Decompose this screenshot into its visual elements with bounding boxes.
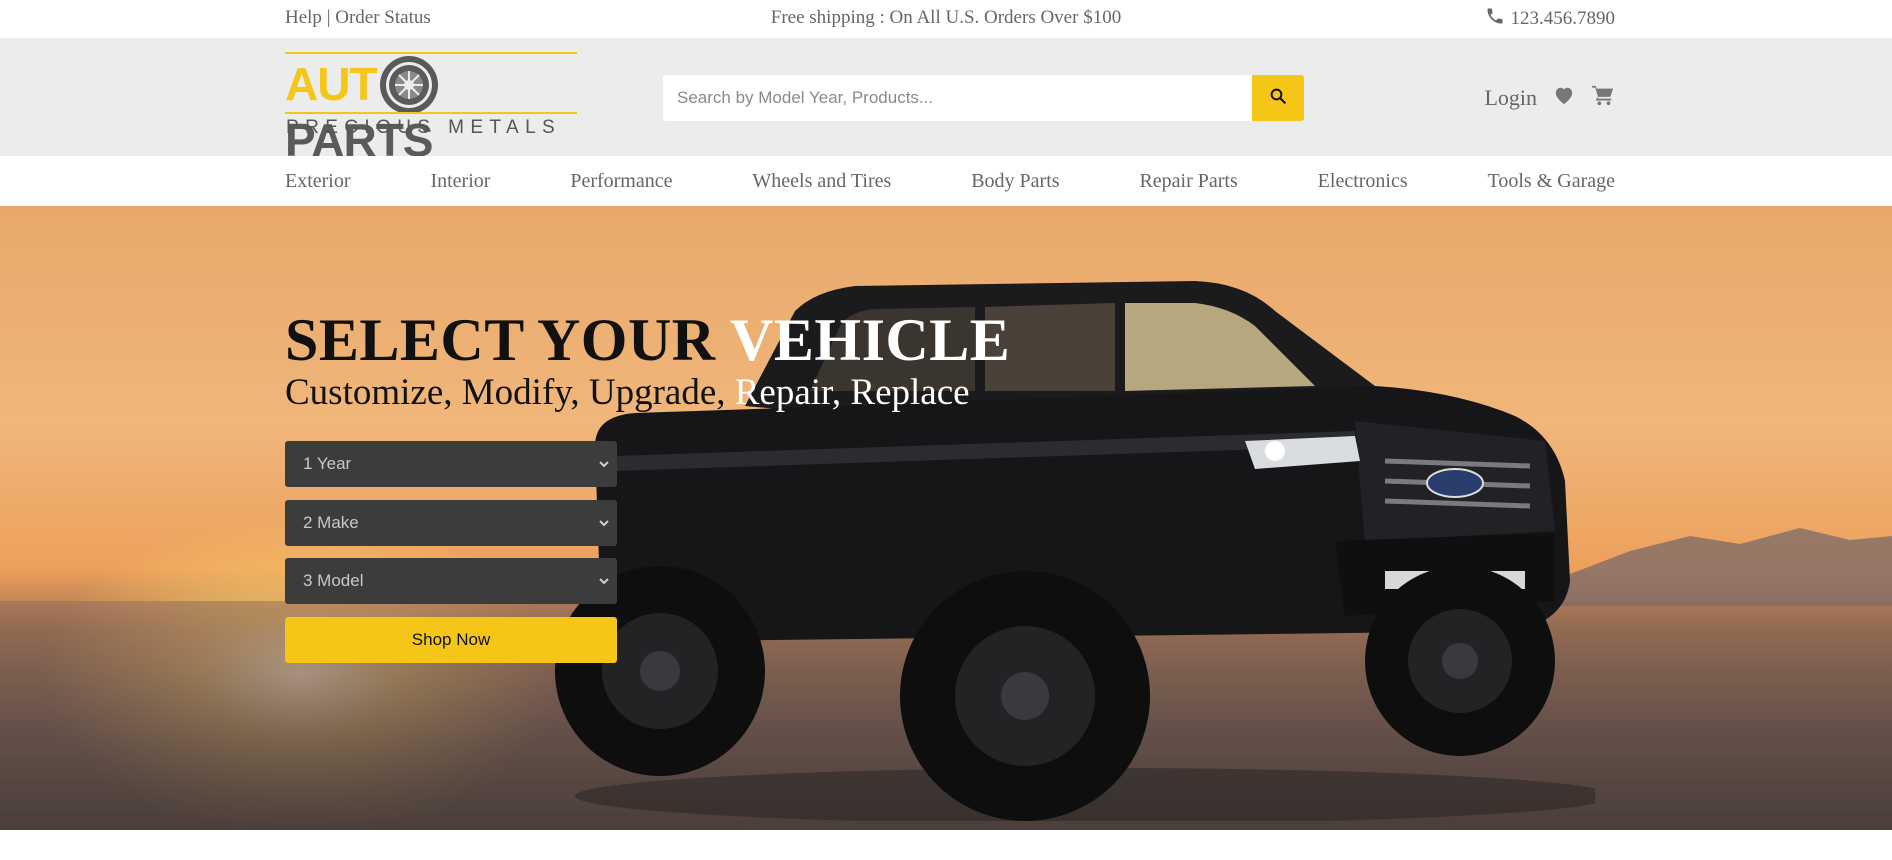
site-logo[interactable]: AUTPARTS PRECIOUS METALS	[285, 52, 577, 166]
hero-subtitle: Customize, Modify, Upgrade, Repair, Repl…	[285, 371, 970, 415]
make-select-value: 2 Make	[303, 513, 359, 532]
shop-now-button[interactable]: Shop Now	[285, 617, 617, 663]
nav-item-body-parts[interactable]: Body Parts	[971, 170, 1059, 193]
search-input[interactable]	[663, 75, 1252, 121]
hero-title: SELECT YOUR VEHICLE	[285, 308, 1010, 372]
year-select[interactable]: 1 Year	[285, 441, 617, 487]
nav-item-repair-parts[interactable]: Repair Parts	[1139, 170, 1237, 193]
utility-links: Help | Order Status	[285, 7, 431, 29]
chevron-down-icon	[597, 456, 611, 476]
chevron-down-icon	[597, 515, 611, 535]
nav-item-interior[interactable]: Interior	[430, 170, 490, 193]
logo-word-left: AUT	[285, 58, 378, 110]
hero-banner: SELECT YOUR VEHICLE Customize, Modify, U…	[0, 206, 1892, 830]
search-button[interactable]	[1252, 75, 1304, 121]
logo-tagline: PRECIOUS METALS	[286, 117, 562, 138]
nav-item-performance[interactable]: Performance	[570, 170, 672, 193]
phone-contact[interactable]: 123.456.7890	[1485, 6, 1616, 32]
nav-item-exterior[interactable]: Exterior	[285, 170, 351, 193]
phone-number: 123.456.7890	[1510, 8, 1616, 29]
hero-subtitle-dark: Customize, Modify, Upgrade,	[285, 372, 735, 413]
heart-icon[interactable]	[1553, 85, 1575, 110]
nav-item-wheels-and-tires[interactable]: Wheels and Tires	[752, 170, 891, 193]
make-select[interactable]: 2 Make	[285, 500, 617, 546]
site-header: AUTPARTS PRECIOUS METALS Search by Model…	[0, 38, 1892, 166]
utility-separator: |	[326, 7, 331, 28]
login-link[interactable]: Login	[1484, 85, 1537, 111]
account-actions: Login	[1484, 84, 1615, 111]
logo-mid-rule	[285, 112, 577, 114]
nav-item-electronics[interactable]: Electronics	[1318, 170, 1408, 193]
search-icon	[1269, 87, 1287, 110]
chevron-down-icon	[597, 573, 611, 593]
model-select-value: 3 Model	[303, 571, 364, 590]
phone-icon	[1485, 6, 1505, 32]
top-utility-bar: Help | Order Status Free shipping : On A…	[0, 0, 1892, 38]
gear-wheel-icon	[380, 56, 438, 114]
year-select-value: 1 Year	[303, 454, 352, 473]
category-nav: Exterior Interior Performance Wheels and…	[0, 156, 1892, 206]
cart-icon[interactable]	[1591, 84, 1615, 111]
hero-title-light: VEHICLE	[730, 307, 1011, 373]
order-status-link[interactable]: Order Status	[335, 7, 431, 28]
logo-top-rule	[285, 52, 577, 54]
search-bar	[663, 75, 1304, 121]
nav-item-tools-garage[interactable]: Tools & Garage	[1488, 170, 1615, 193]
help-link[interactable]: Help	[285, 7, 322, 28]
model-select[interactable]: 3 Model	[285, 558, 617, 604]
hero-title-dark: SELECT YOUR	[285, 307, 731, 373]
hero-subtitle-light: Repair, Replace	[734, 372, 970, 413]
